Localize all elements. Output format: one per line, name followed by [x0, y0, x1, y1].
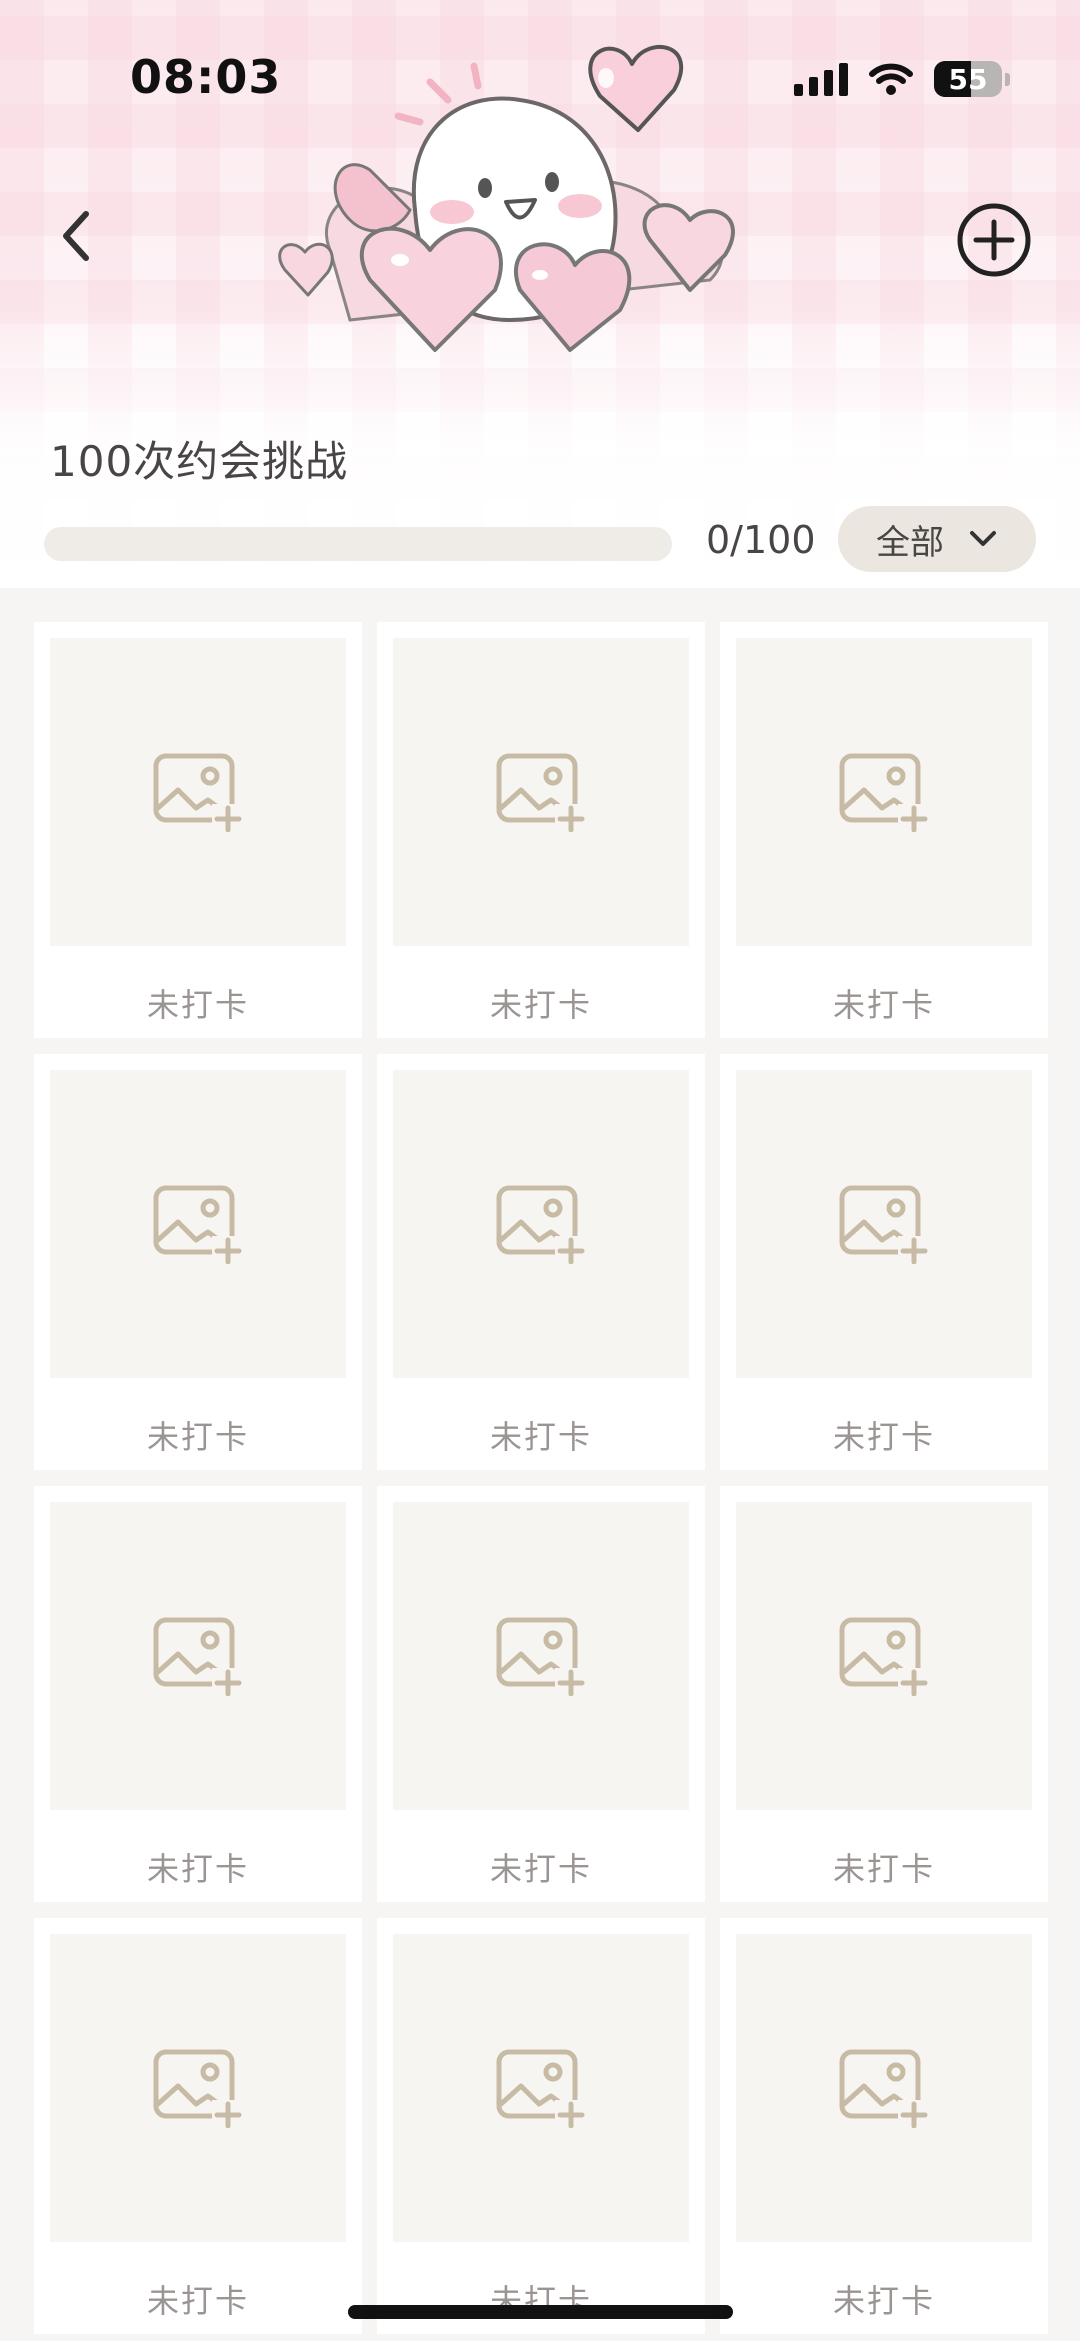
challenge-card-7[interactable]: 未打卡 [34, 1486, 362, 1902]
add-photo-icon [496, 2049, 587, 2128]
card-status-label: 未打卡 [146, 2282, 249, 2320]
challenge-card-5[interactable]: 未打卡 [377, 1054, 705, 1470]
card-status-label: 未打卡 [489, 986, 592, 1024]
challenge-card-10[interactable]: 未打卡 [34, 1918, 362, 2334]
challenge-card-11[interactable]: 未打卡 [377, 1918, 705, 2334]
add-photo-icon [153, 1185, 244, 1264]
battery-percent: 55 [948, 62, 988, 96]
photo-placeholder [736, 1070, 1032, 1378]
photo-placeholder [393, 1934, 689, 2242]
photo-placeholder [393, 1502, 689, 1810]
add-photo-icon [153, 753, 244, 832]
photo-placeholder [393, 1070, 689, 1378]
challenge-card-6[interactable]: 未打卡 [720, 1054, 1048, 1470]
photo-placeholder [393, 638, 689, 946]
card-status-label: 未打卡 [146, 1850, 249, 1888]
battery-icon: 55 [934, 61, 1002, 97]
mascot-illustration [278, 45, 735, 352]
screen: 08:03 55 100次约会挑战 0/100 全部 未打卡 未打卡 未打卡 未… [0, 0, 1080, 2341]
challenge-card-8[interactable]: 未打卡 [377, 1486, 705, 1902]
wifi-icon [869, 63, 913, 95]
front-heart-left [359, 226, 503, 352]
header: 08:03 55 100次约会挑战 0/100 全部 [0, 0, 1080, 588]
challenge-card-2[interactable]: 未打卡 [377, 622, 705, 1038]
card-status-label: 未打卡 [146, 986, 249, 1024]
photo-placeholder [50, 1502, 346, 1810]
progress-text: 0/100 [706, 518, 816, 562]
photo-placeholder [50, 1070, 346, 1378]
challenge-card-9[interactable]: 未打卡 [720, 1486, 1048, 1902]
signal-icon [794, 62, 848, 96]
home-indicator [348, 2305, 733, 2319]
plus-circle-icon [957, 203, 1031, 277]
card-status-label: 未打卡 [489, 1850, 592, 1888]
status-time: 08:03 [130, 50, 282, 104]
challenge-grid: 未打卡 未打卡 未打卡 未打卡 未打卡 未打卡 未打卡 未打卡 未打卡 未打卡 … [0, 588, 1080, 2341]
chevron-down-icon [970, 531, 996, 546]
add-photo-icon [496, 1185, 587, 1264]
photo-placeholder [50, 638, 346, 946]
card-status-label: 未打卡 [146, 1418, 249, 1456]
add-photo-icon [496, 1617, 587, 1696]
add-photo-icon [153, 2049, 244, 2128]
add-photo-icon [839, 1617, 930, 1696]
add-photo-icon [839, 753, 930, 832]
filter-label: 全部 [876, 522, 944, 563]
add-photo-icon [839, 1185, 930, 1264]
card-status-label: 未打卡 [832, 1850, 935, 1888]
chevron-left-icon [63, 211, 89, 261]
add-photo-icon [839, 2049, 930, 2128]
card-status-label: 未打卡 [832, 2282, 935, 2320]
challenge-card-4[interactable]: 未打卡 [34, 1054, 362, 1470]
filter-dropdown[interactable]: 全部 [838, 506, 1036, 572]
status-icons: 55 [794, 55, 1010, 103]
page-title: 100次约会挑战 [50, 437, 349, 486]
photo-placeholder [736, 1502, 1032, 1810]
challenge-card-3[interactable]: 未打卡 [720, 622, 1048, 1038]
photo-placeholder [50, 1934, 346, 2242]
battery-tip [1005, 72, 1010, 86]
card-status-label: 未打卡 [832, 1418, 935, 1456]
floating-heart [588, 45, 684, 132]
photo-placeholder [736, 638, 1032, 946]
progress-bar [44, 527, 672, 561]
challenge-card-12[interactable]: 未打卡 [720, 1918, 1048, 2334]
add-photo-icon [496, 753, 587, 832]
add-button[interactable] [954, 200, 1034, 280]
card-status-label: 未打卡 [832, 986, 935, 1024]
add-photo-icon [153, 1617, 244, 1696]
photo-placeholder [736, 1934, 1032, 2242]
card-status-label: 未打卡 [489, 1418, 592, 1456]
back-button[interactable] [48, 200, 104, 272]
challenge-card-1[interactable]: 未打卡 [34, 622, 362, 1038]
front-heart-right [514, 242, 632, 352]
